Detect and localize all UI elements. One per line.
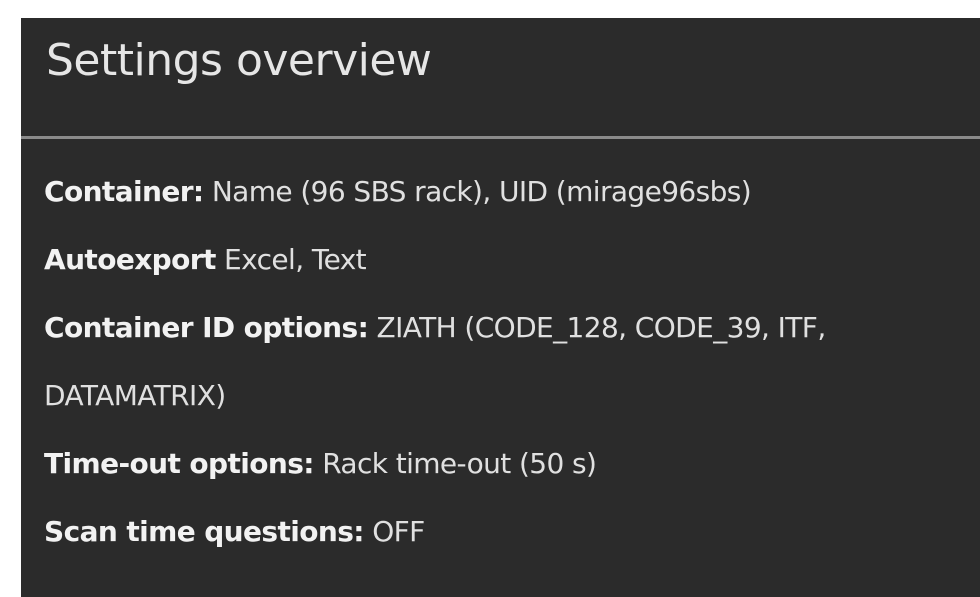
setting-value-container-id-options: ZIATH (CODE_128, CODE_39, ITF,	[368, 311, 826, 344]
setting-row-scan-time-questions: Scan time questions: OFF	[44, 513, 980, 550]
setting-value-scan-time-questions: OFF	[363, 515, 425, 548]
setting-value-time-out-options: Rack time-out (50 s)	[313, 447, 597, 480]
setting-value-container-id-options-continued: DATAMATRIX)	[44, 379, 226, 412]
setting-label-autoexport: Autoexport	[44, 243, 216, 276]
setting-row-autoexport: Autoexport Excel, Text	[44, 241, 980, 278]
setting-row-container-id-options: Container ID options: ZIATH (CODE_128, C…	[44, 309, 980, 414]
page-title: Settings overview	[46, 35, 432, 86]
setting-row-container: Container: Name (96 SBS rack), UID (mira…	[44, 173, 980, 210]
setting-value-autoexport: Excel, Text	[215, 243, 367, 276]
setting-label-container-id-options: Container ID options:	[44, 311, 369, 344]
panel-header: Settings overview	[21, 18, 980, 139]
setting-label-container: Container:	[44, 175, 204, 208]
setting-label-time-out-options: Time-out options:	[44, 447, 314, 480]
settings-overview-panel: Settings overview Container: Name (96 SB…	[21, 18, 980, 597]
setting-row-time-out-options: Time-out options: Rack time-out (50 s)	[44, 445, 980, 482]
settings-list: Container: Name (96 SBS rack), UID (mira…	[21, 139, 980, 550]
setting-label-scan-time-questions: Scan time questions:	[44, 515, 364, 548]
setting-value-container: Name (96 SBS rack), UID (mirage96sbs)	[203, 175, 752, 208]
